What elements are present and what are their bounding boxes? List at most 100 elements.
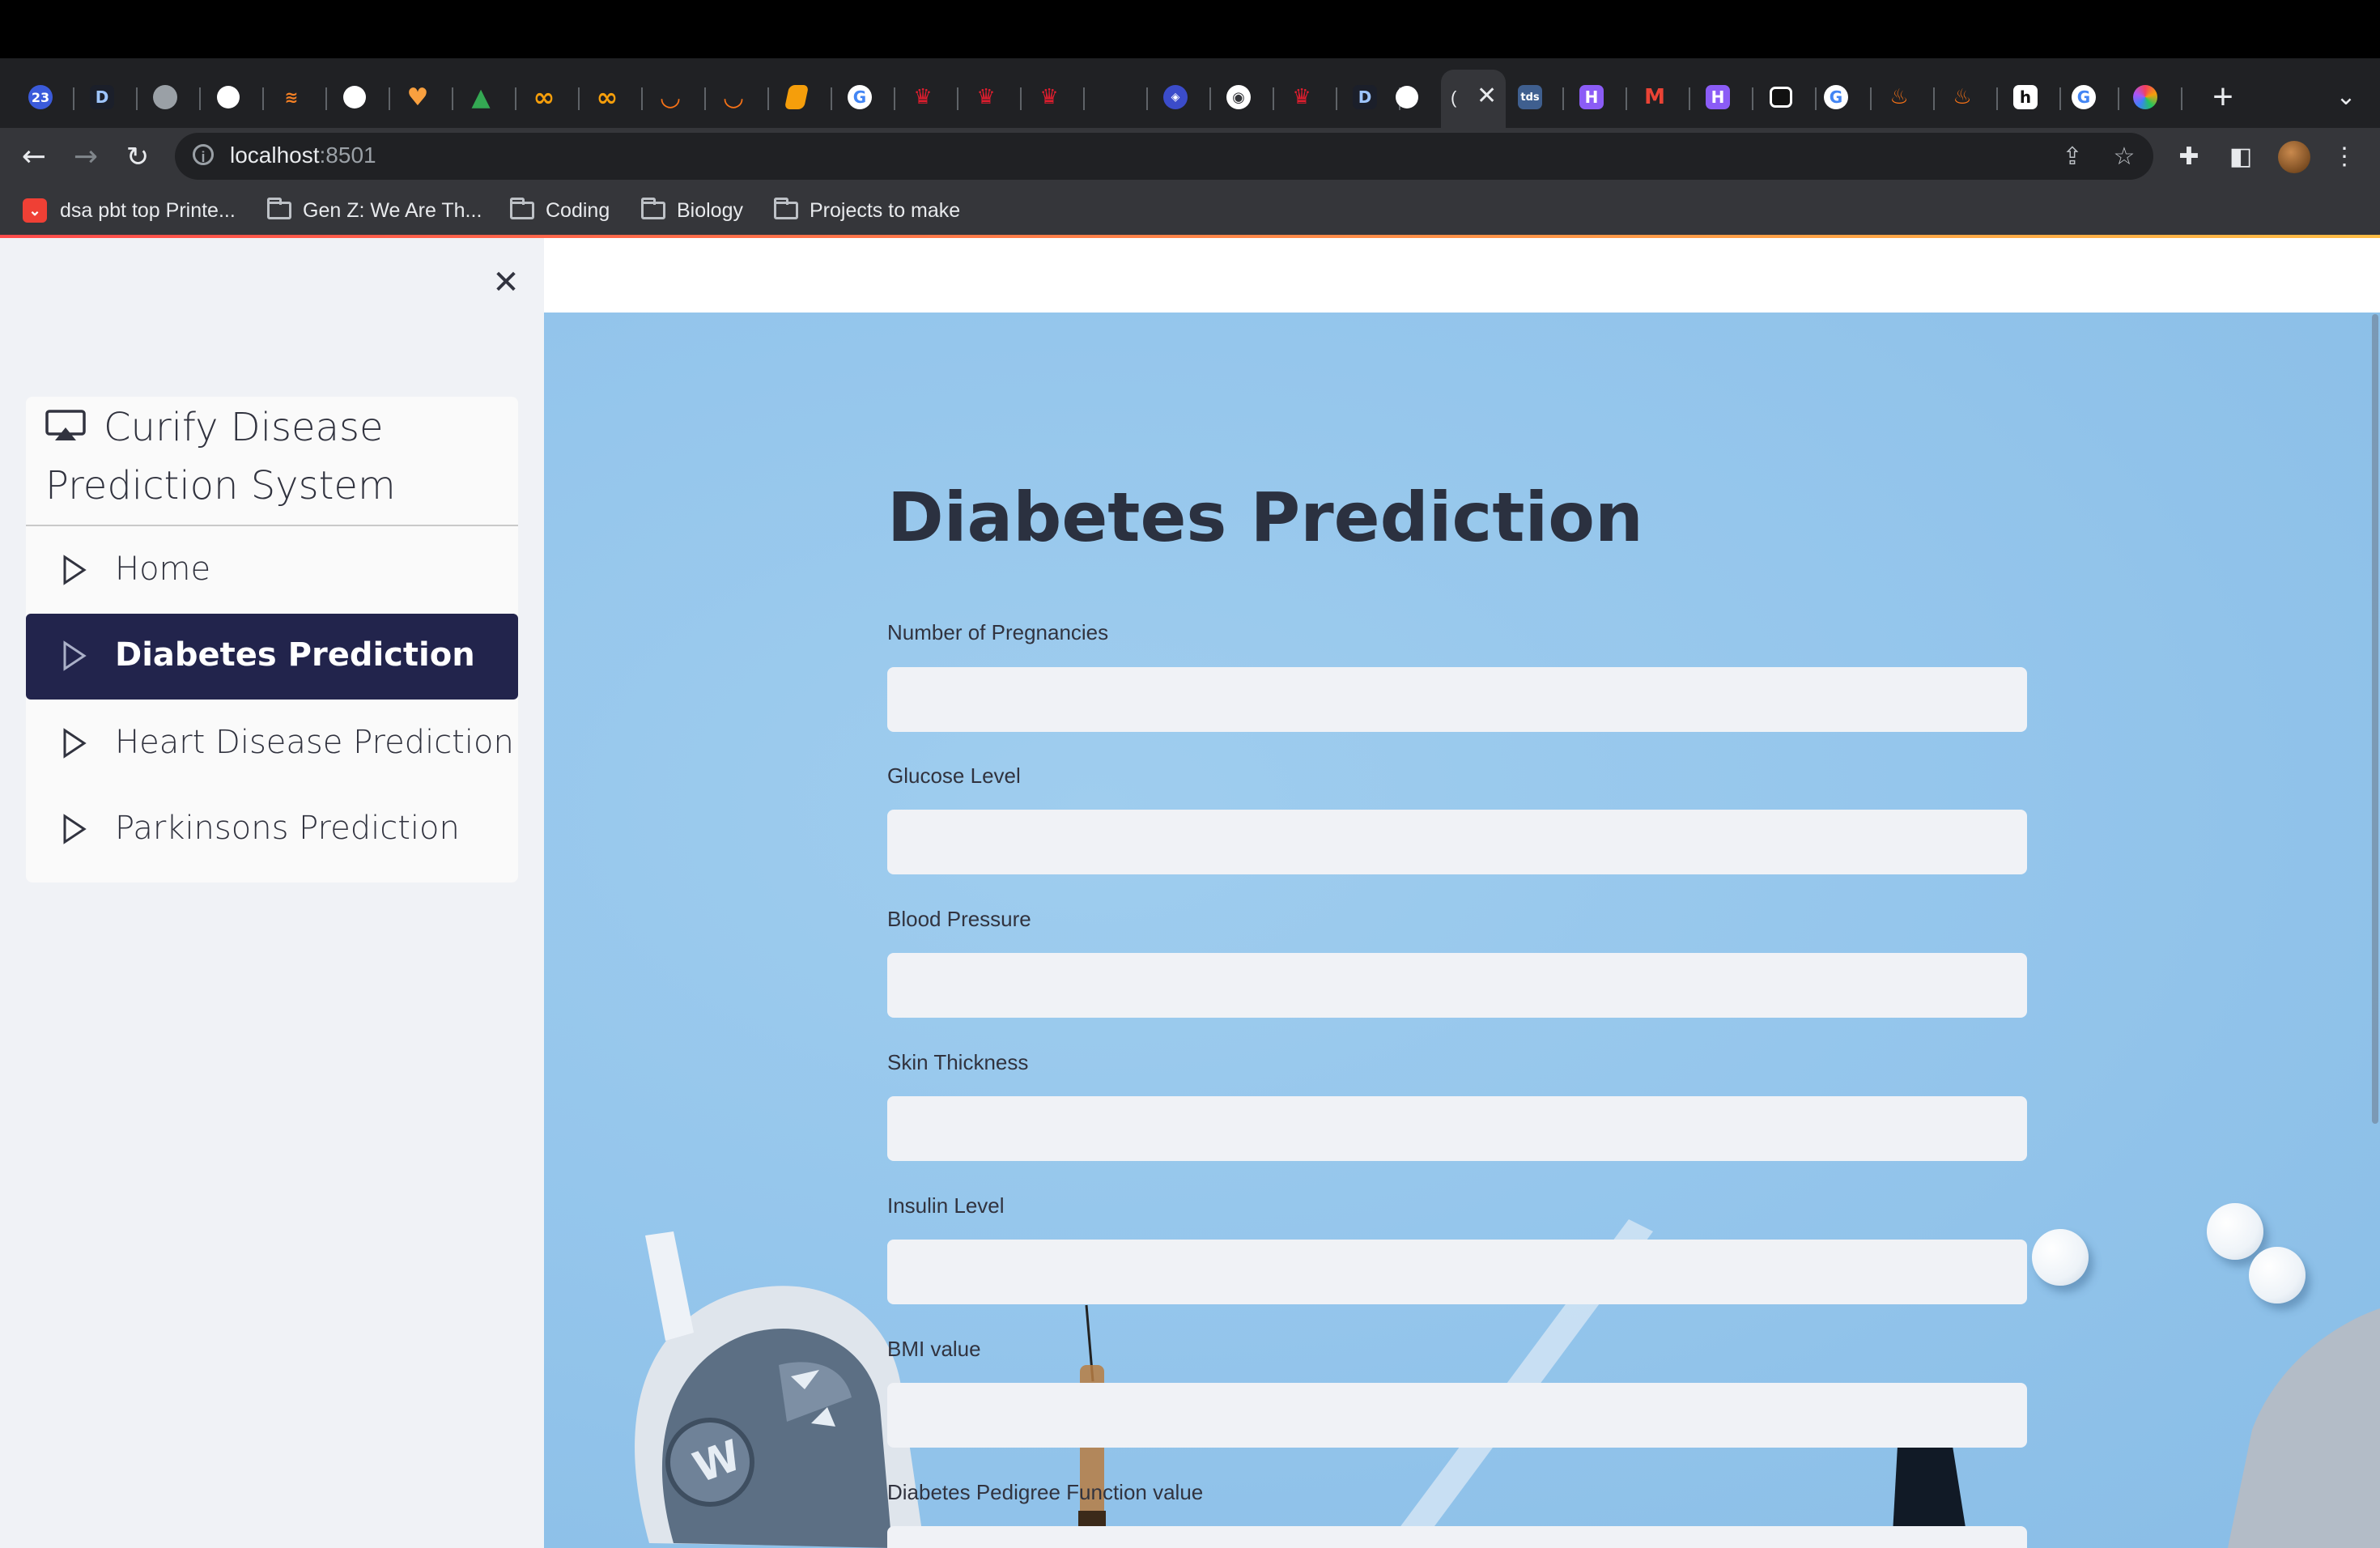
back-arrow-icon[interactable]: ← [13, 136, 55, 178]
tab-separator [894, 87, 895, 110]
pregnancies-input[interactable] [887, 667, 2027, 732]
sidebar-item-parkinsons-prediction[interactable]: Parkinsons Prediction [26, 787, 518, 873]
glucose-input[interactable] [887, 810, 2027, 874]
main-content: W Diabetes Prediction Number of Pregnanc… [544, 313, 2380, 1548]
tab-crown[interactable]: ♛ [900, 74, 946, 120]
chrome-icon: ◉ [1226, 85, 1251, 109]
sidebar-item-label: Heart Disease Prediction [115, 724, 514, 761]
tab-globe[interactable] [142, 74, 188, 120]
active-tab[interactable]: ( ✕ [1441, 70, 1506, 128]
tab-book[interactable] [774, 74, 819, 120]
menu-title: Curify Disease Prediction System [45, 398, 499, 515]
tab-google-3[interactable]: G [2061, 74, 2106, 120]
tab-separator [515, 87, 516, 110]
tab-flame-2[interactable]: ♨ [1940, 74, 1985, 120]
skin-thickness-input[interactable] [887, 1096, 2027, 1161]
github-icon [343, 86, 366, 108]
tab-separator [1020, 87, 1022, 110]
menu-title-text: Curify Disease Prediction System [45, 405, 396, 508]
tab-arc-2[interactable]: ◡ [711, 74, 756, 120]
tab-github-2[interactable] [332, 74, 377, 120]
kebab-menu-icon[interactable]: ⋮ [2325, 138, 2364, 176]
forward-arrow-icon[interactable]: → [65, 136, 107, 178]
folder-icon [774, 198, 798, 219]
sidebar-item-diabetes-prediction[interactable]: Diabetes Prediction [26, 614, 518, 700]
side-panel-icon[interactable]: ◧ [2221, 138, 2260, 176]
bmi-label: BMI value [887, 1337, 981, 1361]
tab-calendar[interactable]: 23 [18, 74, 63, 120]
tab-heart[interactable]: ♥ [395, 74, 440, 120]
arc-icon: ◡ [661, 83, 680, 112]
tab-search-chevron-icon[interactable]: ⌄ [2323, 74, 2369, 120]
tab-crown-3[interactable]: ♛ [1026, 74, 1072, 120]
tab-crown-2[interactable]: ♛ [963, 74, 1009, 120]
tab-tds[interactable]: tds [1507, 74, 1553, 120]
tab-separator [1933, 87, 1935, 110]
tds-icon: tds [1518, 85, 1542, 109]
address-bar[interactable]: i localhost:8501 ⇪ ☆ [175, 133, 2153, 180]
tab-separator [1336, 87, 1337, 110]
bookmark-star-icon[interactable]: ☆ [2108, 141, 2140, 173]
bookmark-folder[interactable]: Gen Z: We Are Th... [267, 194, 482, 227]
tab-drive[interactable]: ▲ [458, 74, 504, 120]
close-tab-icon[interactable]: ✕ [1477, 84, 1497, 108]
tab-google-2[interactable]: G [1813, 74, 1859, 120]
tab-chrome[interactable]: ◉ [1216, 74, 1261, 120]
tab-h-2[interactable]: H [1695, 74, 1740, 120]
insulin-input[interactable] [887, 1240, 2027, 1304]
h-icon: H [1706, 85, 1730, 109]
tab-hexagon[interactable] [2123, 74, 2168, 120]
flame-icon: ♨ [1889, 85, 1909, 109]
blank-icon [1100, 85, 1124, 109]
tab-shield[interactable]: ◈ [1153, 74, 1198, 120]
share-icon[interactable]: ⇪ [2056, 141, 2089, 173]
google-icon: G [1824, 85, 1848, 109]
tab-infinity[interactable]: ∞ [521, 74, 567, 120]
tab-blank[interactable] [1090, 74, 1135, 120]
new-tab-button[interactable]: + [2200, 74, 2246, 120]
tab-stackoverflow[interactable]: ≋ [269, 74, 314, 120]
notion-icon: h [2013, 85, 2038, 109]
sidebar-item-heart-disease-prediction[interactable]: Heart Disease Prediction [26, 701, 518, 787]
tab-d-2[interactable]: D [1342, 74, 1388, 120]
bookmark-folder[interactable]: Coding [510, 194, 610, 227]
tab-github[interactable] [206, 74, 251, 120]
site-info-icon[interactable]: i [193, 144, 214, 165]
tab-github-3[interactable] [1384, 74, 1430, 120]
tab-d[interactable]: D [79, 74, 125, 120]
pedigree-input[interactable] [887, 1526, 2027, 1548]
url-port: :8501 [319, 142, 376, 168]
tab-notion[interactable]: h [2003, 74, 2048, 120]
tab-separator [199, 87, 201, 110]
profile-avatar[interactable] [2278, 141, 2310, 173]
play-icon [63, 555, 87, 585]
bookmark-label: dsa pbt top Printe... [60, 198, 236, 222]
menu-divider [26, 525, 518, 526]
app-header [544, 238, 2380, 313]
sidebar-item-home[interactable]: Home [26, 528, 518, 614]
tab-flame[interactable]: ♨ [1876, 74, 1922, 120]
tab-google[interactable]: G [837, 74, 882, 120]
reload-icon[interactable]: ↻ [117, 136, 159, 178]
glucose-label: Glucose Level [887, 763, 1021, 788]
bmi-input[interactable] [887, 1383, 2027, 1448]
sidebar-close-icon[interactable]: ✕ [486, 262, 526, 303]
bookmark-folder[interactable]: Projects to make [774, 194, 960, 227]
tab-crown-4[interactable]: ♛ [1279, 74, 1324, 120]
folder-icon [267, 198, 291, 219]
url-text[interactable]: localhost:8501 [230, 142, 376, 168]
tab-infinity-2[interactable]: ∞ [584, 74, 630, 120]
tab-gmail[interactable]: M [1632, 74, 1677, 120]
bookmark-item[interactable]: ⌄ dsa pbt top Printe... [23, 194, 236, 227]
tab-separator [704, 87, 706, 110]
blood-pressure-input[interactable] [887, 953, 2027, 1018]
main-scrollbar[interactable] [2369, 313, 2380, 1548]
tab-h[interactable]: H [1569, 74, 1614, 120]
tab-strip: 23 D ≋ ♥ ▲ ∞ ∞ ◡ ◡ G ♛ ♛ ♛ ◈ ◉ ♛ D ( ✕ t… [0, 58, 2380, 128]
tab-box[interactable] [1758, 74, 1804, 120]
tab-separator [325, 87, 327, 110]
extensions-icon[interactable]: ✚ [2170, 138, 2208, 176]
scrollbar-thumb[interactable] [2372, 314, 2378, 1124]
tab-arc[interactable]: ◡ [648, 74, 693, 120]
bookmark-folder[interactable]: Biology [641, 194, 743, 227]
